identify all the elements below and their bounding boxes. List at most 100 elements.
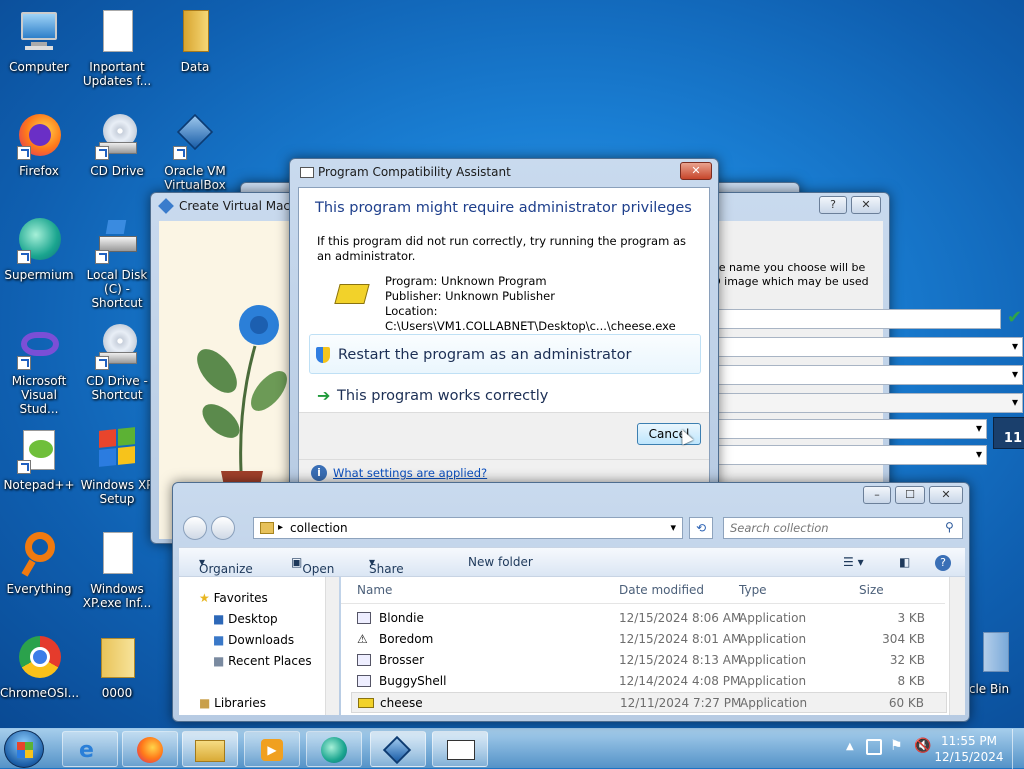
downloads-icon: ■ <box>213 633 225 647</box>
column-date-modified[interactable]: Date modified <box>619 583 704 597</box>
refresh-button[interactable]: ⟲ <box>689 517 713 539</box>
program-works-option[interactable]: ➔ This program works correctly <box>309 376 701 416</box>
firefox-icon <box>15 112 63 160</box>
maximize-icon: ☐ <box>905 488 915 501</box>
breadcrumb-chevron-icon: ▸ <box>278 522 284 533</box>
show-desktop-button[interactable] <box>1012 729 1024 769</box>
search-input[interactable]: Search collection <box>723 517 963 539</box>
desktop-icon-supermium[interactable]: Supermium <box>0 216 78 282</box>
application-icon <box>357 675 371 687</box>
explorer-window[interactable]: – ☐ ✕ ▸ collection ▾ ⟲ Search collection… <box>172 482 970 722</box>
taskbar-firefox[interactable] <box>122 731 178 767</box>
desktop-icon-0000[interactable]: 0000 <box>78 634 156 700</box>
help-button[interactable]: ? <box>819 196 847 214</box>
volume-muted-icon[interactable]: 🔇 <box>914 738 931 754</box>
taskbar-explorer[interactable] <box>182 731 238 767</box>
desktop-icon-data[interactable]: Data <box>156 8 234 74</box>
folder-dropdown[interactable] <box>699 337 1023 357</box>
name-hint-line2: SO image which may be used <box>705 275 869 288</box>
address-path: collection <box>290 521 348 535</box>
search-icon[interactable]: ⚲ <box>945 520 954 534</box>
action-center-flag-icon[interactable]: ⚑ <box>890 738 903 754</box>
nav-desktop[interactable]: ■ Desktop <box>213 612 278 626</box>
pca-window-icon <box>300 167 314 178</box>
file-list-scrollbar[interactable] <box>949 577 965 715</box>
os-type-badge: 11 <box>993 417 1024 449</box>
column-size[interactable]: Size <box>859 583 884 597</box>
recent-places-icon: ■ <box>213 654 225 668</box>
taskbar-media-player[interactable]: ▶ <box>244 731 300 767</box>
close-button[interactable]: ✕ <box>851 196 881 214</box>
recycle-bin-icon <box>965 630 1013 678</box>
desktop-icon-everything[interactable]: Everything <box>0 530 78 596</box>
back-button[interactable] <box>183 516 207 540</box>
windows-logo-icon <box>17 742 33 758</box>
cd-drive-icon <box>93 112 141 160</box>
settings-applied-link[interactable]: What settings are applied? <box>333 466 487 480</box>
table-row[interactable]: cheese 12/11/2024 7:27 PM Application 60… <box>351 692 947 713</box>
column-name[interactable]: Name <box>357 583 392 597</box>
name-hint-line1: The name you choose will be <box>705 261 866 274</box>
taskbar-virtualbox[interactable] <box>370 731 426 767</box>
desktop-icon-local-disk[interactable]: Local Disk (C) - Shortcut <box>78 216 156 310</box>
table-row[interactable]: BuggyShell 12/14/2024 4:08 PM Applicatio… <box>351 671 947 692</box>
name-field[interactable] <box>699 309 1001 329</box>
view-options-icon[interactable]: ☰ ▾ <box>843 555 864 569</box>
visual-studio-icon <box>15 322 63 370</box>
taskbar-supermium[interactable] <box>306 731 362 767</box>
column-type[interactable]: Type <box>739 583 767 597</box>
desktop-icon-cd-drive-shortcut[interactable]: CD Drive - Shortcut <box>78 322 156 402</box>
desktop-icon-updates-doc[interactable]: Inportant Updates f... <box>78 8 156 88</box>
close-button[interactable]: ✕ <box>929 486 963 504</box>
maximize-button[interactable]: ☐ <box>895 486 925 504</box>
desktop-icon-windows-xp-inf[interactable]: Windows XP.exe Inf... <box>78 530 156 610</box>
pca-close-button[interactable]: ✕ <box>680 162 712 180</box>
type-dropdown[interactable] <box>699 419 987 439</box>
nav-scrollbar[interactable] <box>325 577 339 715</box>
show-hidden-icons-button[interactable]: ▲ <box>846 741 854 752</box>
system-clock[interactable]: 11:55 PM 12/15/2024 <box>934 733 1004 765</box>
desktop-icon-visual-studio[interactable]: Microsoft Visual Stud... <box>0 322 78 416</box>
address-bar[interactable]: ▸ collection ▾ <box>253 517 683 539</box>
uac-shield-icon <box>316 347 330 363</box>
chevron-down-icon[interactable]: ▾ <box>670 518 676 538</box>
help-icon[interactable]: ? <box>935 555 951 571</box>
firefox-icon <box>137 737 163 763</box>
restart-as-admin-option[interactable]: Restart the program as an administrator <box>309 334 701 374</box>
nav-favorites[interactable]: ★ Favorites <box>199 591 268 605</box>
nav-downloads[interactable]: ■ Downloads <box>213 633 294 647</box>
table-row[interactable]: Brosser 12/15/2024 8:13 AM Application 3… <box>351 650 947 671</box>
table-row[interactable]: ⚠ Boredom 12/15/2024 8:01 AM Application… <box>351 629 947 650</box>
desktop-icon-cd-drive[interactable]: CD Drive <box>78 112 156 178</box>
open-button[interactable]: ▣ Open <box>291 555 334 576</box>
organize-button[interactable]: Organize ▾ <box>199 555 253 576</box>
desktop-icon-virtualbox[interactable]: Oracle VM VirtualBox <box>156 112 234 192</box>
desktop-icon-chromeos[interactable]: ChromeOSI... <box>0 634 79 700</box>
checkmark-icon: ✔ <box>1007 307 1023 328</box>
network-icon[interactable] <box>866 739 882 755</box>
new-folder-button[interactable]: New folder <box>468 555 533 569</box>
pca-title: Program Compatibility Assistant <box>290 159 718 185</box>
command-bar: Organize ▾ ▣ Open Share with ▾ New folde… <box>179 547 965 590</box>
share-with-button[interactable]: Share with ▾ <box>369 555 404 590</box>
iso-image-dropdown[interactable] <box>699 365 1023 385</box>
edition-dropdown[interactable] <box>699 393 1023 413</box>
taskbar-pca[interactable] <box>432 731 488 767</box>
version-dropdown[interactable] <box>699 445 987 465</box>
folder-icon <box>260 522 274 534</box>
taskbar-ie[interactable]: e <box>62 731 118 767</box>
forward-button[interactable] <box>211 516 235 540</box>
desktop-icon-firefox[interactable]: Firefox <box>0 112 78 178</box>
desktop-icon-windows-xp-setup[interactable]: Windows XP Setup <box>78 426 156 506</box>
cancel-button[interactable]: Cancel <box>637 423 701 445</box>
desktop-icon-computer[interactable]: Computer <box>0 8 78 74</box>
table-row[interactable]: Blondie 12/15/2024 8:06 AM Application 3… <box>351 608 947 629</box>
minimize-button[interactable]: – <box>863 486 891 504</box>
nav-recent-places[interactable]: ■ Recent Places <box>213 654 312 668</box>
desktop-icon: ■ <box>213 612 225 626</box>
pca-dialog[interactable]: Program Compatibility Assistant ✕ This p… <box>289 158 719 510</box>
start-button[interactable] <box>4 730 44 768</box>
preview-pane-icon[interactable]: ◧ <box>899 555 910 569</box>
desktop-icon-notepadpp[interactable]: Notepad++ <box>0 426 78 492</box>
nav-libraries[interactable]: ■ Libraries <box>199 696 266 710</box>
